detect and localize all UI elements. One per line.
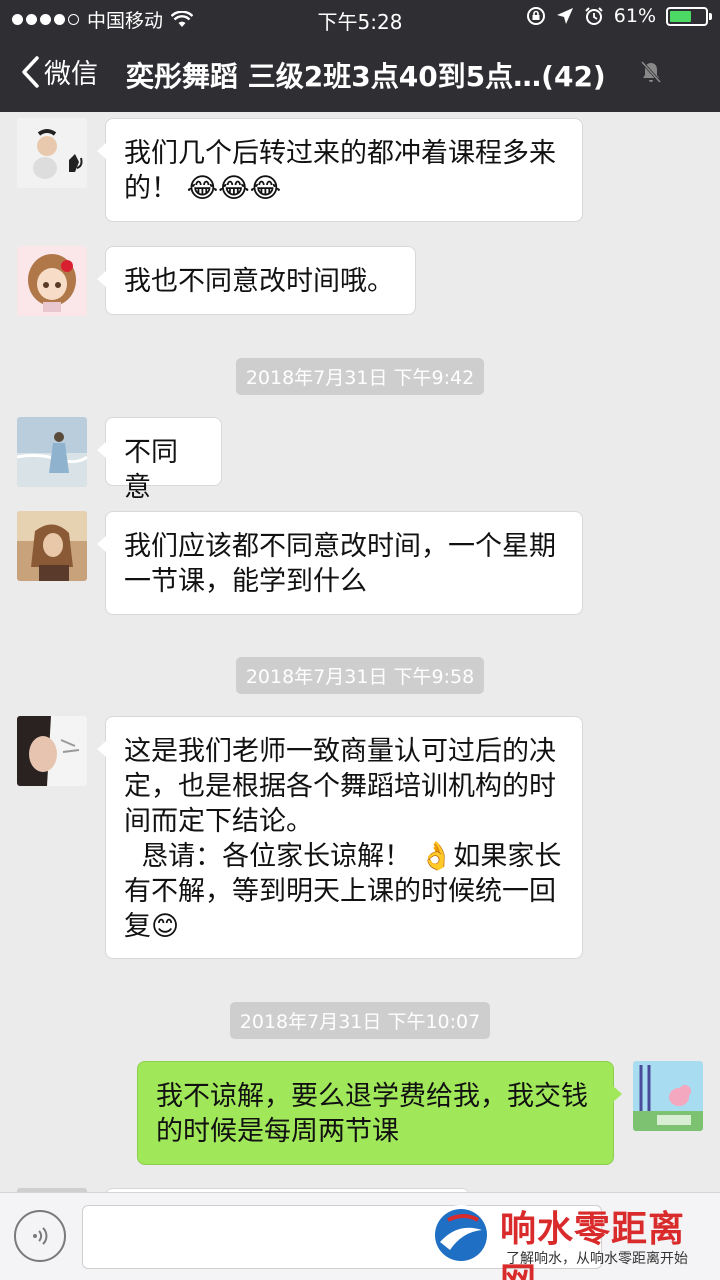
voice-icon — [33, 1227, 48, 1245]
avatar-girl[interactable] — [17, 511, 87, 581]
battery-icon — [666, 6, 712, 26]
watermark-subtitle: 了解响水，从响水零距离开始 — [506, 1251, 688, 1267]
nav-bar: 微信 奕彤舞蹈 三级2班3点40到5点…(42) — [0, 36, 720, 112]
avatar-beach[interactable] — [17, 417, 87, 487]
timestamp: 2018年7月31日 下午9:42 — [0, 358, 720, 395]
message-bubble[interactable]: 我们几个后转过来的都冲着课程多来 的！ 😂😂😂 — [97, 118, 583, 222]
message-bubble-sent[interactable]: 我不谅解，要么退学费给我，我交钱 的时候是每周两节课 — [137, 1061, 622, 1165]
back-button[interactable]: 微信 — [20, 52, 98, 91]
rotation-lock-icon — [526, 7, 545, 25]
voice-button[interactable] — [14, 1210, 66, 1262]
avatar-baby[interactable] — [17, 118, 87, 188]
message-bubble[interactable]: 不同意 — [97, 417, 222, 503]
chat-area[interactable]: 我们几个后转过来的都冲着课程多来 的！ 😂😂😂 我也不同意改时间哦。 2018年… — [0, 112, 720, 1192]
status-bar: 中国移动 下午5:28 61% — [0, 0, 720, 36]
message-bubble[interactable]: 我也不同意改时间哦。 — [97, 246, 416, 315]
watermark-logo — [431, 1205, 491, 1265]
timestamp: 2018年7月31日 下午9:58 — [0, 657, 720, 694]
top-bar: 中国移动 下午5:28 61% 微信 奕彤舞蹈 三级2班3点40到5点…(42) — [0, 0, 720, 112]
avatar-woman[interactable] — [17, 716, 87, 786]
battery-percent: 61% — [613, 5, 656, 27]
watermark: 响水零距离网 了解响水，从响水零距离开始 — [428, 1196, 720, 1280]
avatar-self[interactable] — [633, 1061, 703, 1131]
chat-title: 奕彤舞蹈 三级2班3点40到5点…(42) — [126, 60, 606, 93]
mute-icon — [640, 60, 662, 84]
alarm-icon — [585, 7, 603, 25]
chevron-left-icon — [22, 55, 39, 88]
location-icon — [556, 8, 573, 24]
avatar-doll[interactable] — [17, 246, 87, 316]
back-label: 微信 — [44, 59, 98, 90]
watermark-title: 响水零距离网 — [500, 1208, 686, 1280]
message-bubble[interactable]: 我们应该都不同意改时间，一个星期 一节课，能学到什么 — [97, 511, 583, 615]
message-bubble[interactable]: 这是我们老师一致商量认可过后的决 定，也是根据各个舞蹈培训机构的时 间而定下结论… — [97, 716, 583, 959]
timestamp: 2018年7月31日 下午10:07 — [0, 1002, 720, 1039]
